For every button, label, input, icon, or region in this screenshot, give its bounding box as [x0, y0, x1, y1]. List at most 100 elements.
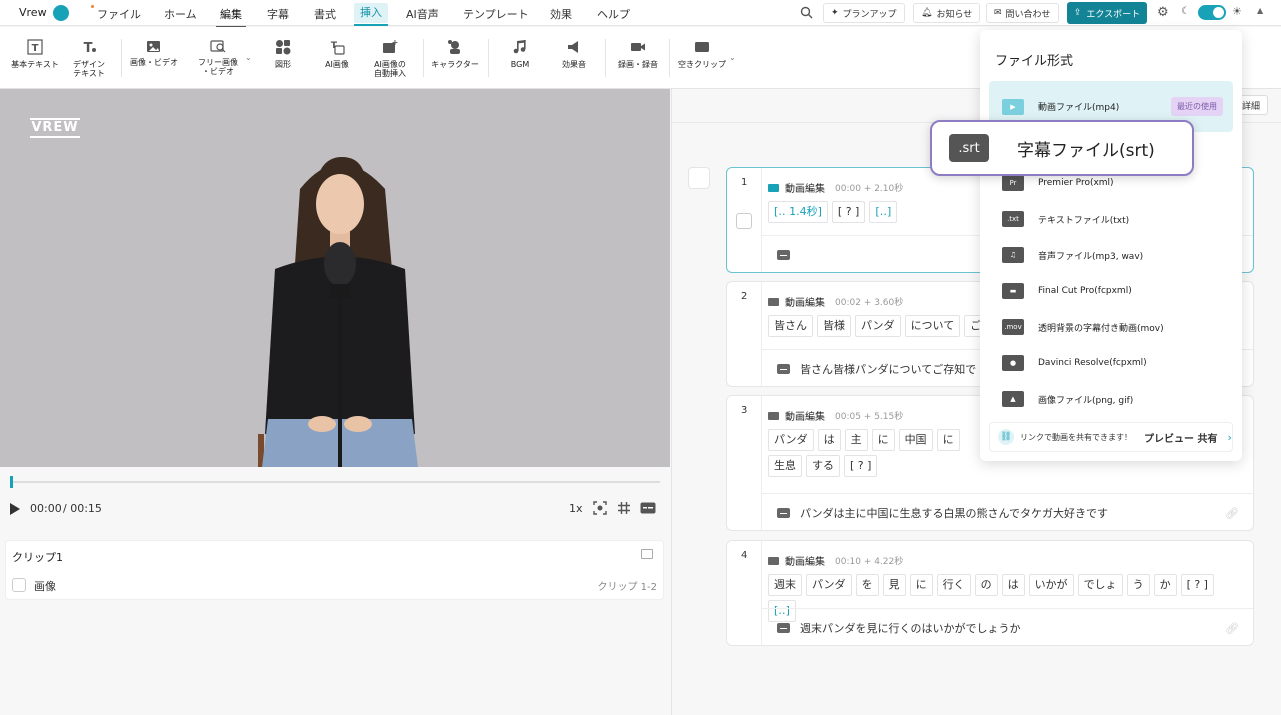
open-external-icon[interactable] [641, 549, 653, 559]
word-token[interactable]: 週末 [768, 574, 802, 596]
clip-checkbox[interactable] [736, 213, 752, 229]
menu-subtitle[interactable]: 字幕 [267, 6, 289, 22]
word-token[interactable]: の [974, 574, 998, 596]
tool-bgm[interactable]: BGM [503, 39, 537, 69]
contact-button[interactable]: ✉ 問い合わせ [986, 3, 1059, 23]
word-token[interactable]: [‥ 1.4秒] [768, 201, 828, 223]
subtitle-icon [777, 249, 790, 260]
tool-image-video[interactable]: 画像・ビデオ [127, 39, 181, 67]
subtitle-toggle-icon[interactable] [640, 502, 656, 514]
menu-ai-voice[interactable]: AI音声 [406, 6, 439, 22]
word-token[interactable]: パンダ [806, 574, 852, 596]
menu-bar: Vrew ファイル ホーム 編集 字幕 書式 挿入 AI音声 テンプレート 効果… [0, 0, 1281, 28]
tool-free-image[interactable]: フリー画像 ・ビデオ [196, 39, 240, 76]
export-audio[interactable]: ♫ 音声ファイル(mp3, wav) [989, 237, 1233, 273]
share-link-row[interactable]: ⛓ リンクで動画を共有できます！ プレビュー 共有 › [989, 422, 1233, 452]
word-token[interactable]: は [817, 429, 841, 451]
grid-icon[interactable] [617, 501, 631, 515]
word-token[interactable]: 主 [844, 429, 868, 451]
tool-design-text[interactable]: T デザイン テキスト [70, 39, 108, 78]
word-token[interactable]: について [904, 315, 961, 337]
playhead[interactable] [10, 476, 13, 488]
export-image[interactable]: ▲ 画像ファイル(png, gif) [989, 381, 1233, 417]
mov-file-icon: .mov [1002, 319, 1024, 335]
word-token[interactable]: いかが [1028, 574, 1074, 596]
clip-item-checkbox[interactable] [12, 578, 26, 592]
word-token[interactable]: [‥] [869, 201, 898, 223]
menu-edit[interactable]: 編集 [216, 6, 246, 28]
user-avatar[interactable] [53, 5, 69, 21]
word-token[interactable]: 中国 [898, 429, 933, 451]
word-token[interactable]: う [1126, 574, 1150, 596]
word-token[interactable]: する [806, 455, 840, 477]
mail-icon: ✉ [994, 8, 1002, 18]
word-token[interactable]: に [909, 574, 933, 596]
export-txt[interactable]: .txt テキストファイル(txt) [989, 201, 1233, 237]
word-token[interactable]: 皆さん [768, 315, 813, 337]
theme-toggle[interactable] [1198, 5, 1226, 20]
word-token[interactable]: に [936, 429, 960, 451]
word-token[interactable]: [ ? ] [844, 455, 878, 477]
word-token[interactable]: [ ? ] [1180, 574, 1214, 596]
word-token[interactable]: に [871, 429, 895, 451]
word-token[interactable]: 生息 [768, 455, 802, 477]
fit-screen-icon[interactable] [593, 501, 607, 515]
menu-format[interactable]: 書式 [314, 6, 336, 22]
export-srt-highlight[interactable]: .srt 字幕ファイル(srt) [930, 120, 1194, 176]
search-icon[interactable] [800, 6, 813, 19]
clip-item-range: クリップ 1-2 [597, 582, 657, 593]
select-all-checkbox[interactable] [688, 167, 710, 189]
export-mov[interactable]: .mov 透明背景の字幕付き動画(mov) [989, 309, 1233, 345]
export-davinci[interactable]: ● Davinci Resolve(fcpxml) [989, 345, 1233, 381]
chevron-down-icon[interactable]: ⌄ [729, 53, 736, 62]
word-token[interactable]: パンダ [855, 315, 901, 337]
menu-home[interactable]: ホーム [164, 6, 197, 22]
timeline-track[interactable] [10, 481, 660, 483]
tool-ai-auto-insert[interactable]: + AI画像の 自動挿入 [367, 39, 413, 78]
subtitle-row[interactable]: パンダは主に中国に生息する白黒の熊さんでタケガ大好きです 🔗︎ [761, 493, 1253, 530]
subtitle-row[interactable]: 週末パンダを見に行くのはいかがでしょうか 🔗︎ [761, 608, 1253, 645]
menu-insert[interactable]: 挿入 [354, 3, 388, 26]
export-button[interactable]: ⇪ エクスポート [1067, 2, 1147, 24]
playback-bar: 00:00 / 00:15 1x [0, 467, 670, 537]
word-token[interactable]: パンダ [768, 429, 814, 451]
menu-effects[interactable]: 効果 [550, 6, 572, 22]
clip-number: 3 [741, 405, 748, 416]
tool-ai-image[interactable]: T AI画像 [317, 39, 357, 69]
word-token[interactable]: 見 [882, 574, 906, 596]
sparkle-icon: ✦ [831, 8, 839, 18]
play-icon[interactable] [10, 503, 20, 515]
word-token[interactable]: か [1153, 574, 1177, 596]
link-icon[interactable]: 🔗︎ [1225, 507, 1239, 520]
word-token[interactable]: [ ? ] [831, 201, 866, 223]
tool-character[interactable]: キャラクター [429, 39, 481, 69]
clip-card-4[interactable]: 4 動画編集 00:10 + 4.22秒 週末 パンダ を 見 に 行く の は… [726, 540, 1254, 646]
music-icon: ♫ [1002, 247, 1024, 263]
tool-basic-text[interactable]: T 基本テキスト [10, 39, 60, 69]
tool-record[interactable]: 録画・録音 [613, 39, 663, 69]
update-dot [91, 5, 94, 8]
menu-help[interactable]: ヘルプ [597, 6, 630, 22]
tool-blank-clip[interactable]: 空きクリップ [676, 39, 728, 69]
word-token[interactable]: でしょ [1077, 574, 1123, 596]
collapse-icon[interactable]: ▲ [1257, 6, 1263, 15]
word-token[interactable]: を [855, 574, 879, 596]
video-preview[interactable]: VREW [0, 89, 670, 467]
ai-image-icon: T [331, 41, 345, 55]
word-token[interactable]: 皆様 [817, 315, 851, 337]
menu-template[interactable]: テンプレート [463, 6, 529, 22]
playback-speed[interactable]: 1x [569, 502, 583, 515]
srt-file-icon: .srt [949, 134, 989, 162]
link-icon[interactable]: 🔗︎ [1225, 622, 1239, 635]
tool-shape[interactable]: 図形 [264, 39, 302, 69]
menu-file[interactable]: ファイル [91, 5, 141, 22]
word-token[interactable]: 行く [936, 574, 971, 596]
tool-sound-effect[interactable]: 効果音 [555, 39, 593, 69]
design-text-icon: T [84, 41, 96, 55]
chevron-down-icon[interactable]: ⌄ [245, 53, 252, 62]
word-token[interactable]: は [1001, 574, 1025, 596]
plan-up-button[interactable]: ✦ プランアップ [823, 3, 905, 23]
gear-icon[interactable]: ⚙ [1157, 5, 1169, 20]
notice-button[interactable]: 🔔︎ お知らせ [913, 3, 981, 23]
export-final-cut[interactable]: ▬ Final Cut Pro(fcpxml) [989, 273, 1233, 309]
